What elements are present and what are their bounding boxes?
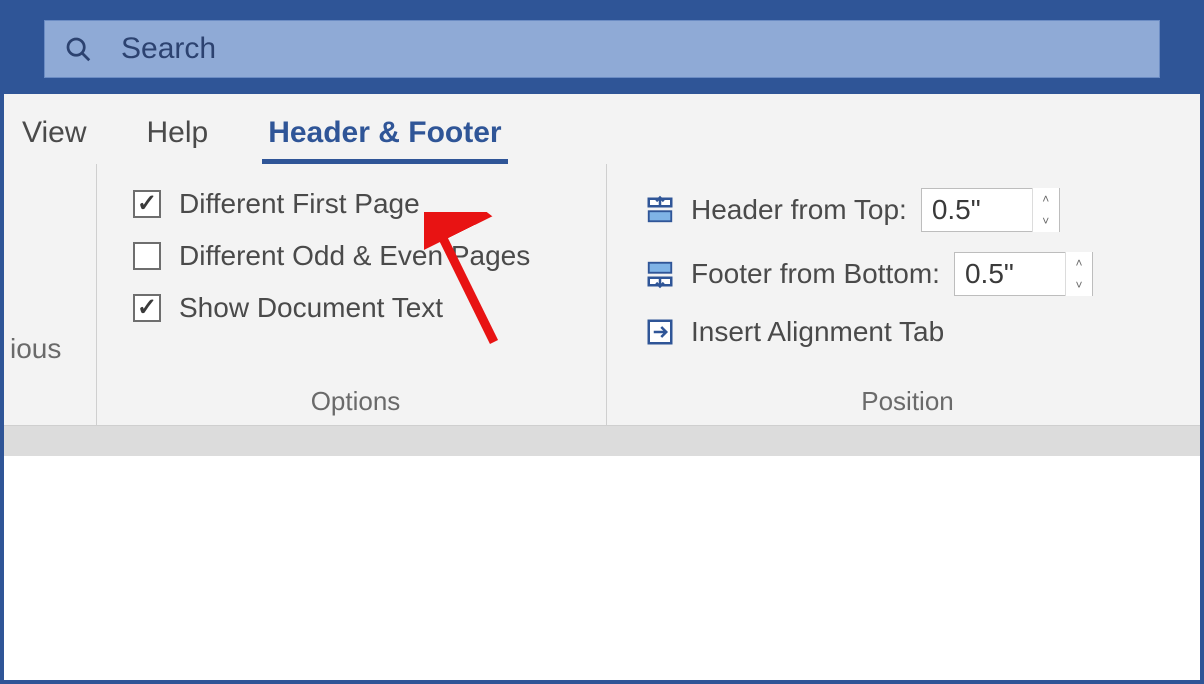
option-show-document-text[interactable]: Show Document Text — [133, 292, 578, 324]
group-label: Position — [643, 386, 1172, 417]
cutoff-prev-group-label: ious — [4, 164, 96, 425]
checkbox-icon — [133, 294, 161, 322]
group-label: Options — [133, 386, 578, 417]
ribbon: ious Different First Page Different Odd … — [4, 164, 1200, 426]
title-bar: Search — [4, 4, 1200, 94]
spin-down-button[interactable]: ˅ — [1066, 274, 1092, 296]
group-options: Different First Page Different Odd & Eve… — [96, 164, 606, 425]
spin-up-button[interactable]: ˄ — [1066, 252, 1092, 274]
field-label: Footer from Bottom: — [691, 258, 940, 290]
footer-bottom-icon — [643, 259, 677, 289]
tab-help[interactable]: Help — [140, 116, 214, 164]
tab-header-footer[interactable]: Header & Footer — [262, 116, 507, 164]
search-box[interactable]: Search — [44, 20, 1160, 78]
checkbox-icon — [133, 190, 161, 218]
checkbox-icon — [133, 242, 161, 270]
button-label: Insert Alignment Tab — [691, 316, 944, 348]
search-placeholder: Search — [121, 32, 216, 66]
spin-up-button[interactable]: ˄ — [1033, 188, 1059, 210]
field-label: Header from Top: — [691, 194, 907, 226]
option-different-odd-even[interactable]: Different Odd & Even Pages — [133, 240, 578, 272]
header-from-top-input[interactable]: 0.5" ˄ ˅ — [921, 188, 1060, 232]
field-value: 0.5" — [922, 194, 1032, 226]
ribbon-tabs: View Help Header & Footer — [4, 94, 1200, 164]
document-area-gap — [4, 426, 1200, 456]
header-from-top-row: Header from Top: 0.5" ˄ ˅ — [643, 188, 1172, 232]
group-position: Header from Top: 0.5" ˄ ˅ — [606, 164, 1200, 425]
field-value: 0.5" — [955, 258, 1065, 290]
spin-down-button[interactable]: ˅ — [1033, 210, 1059, 232]
option-label: Different Odd & Even Pages — [179, 240, 530, 272]
insert-alignment-tab-button[interactable]: Insert Alignment Tab — [643, 316, 1172, 348]
option-different-first-page[interactable]: Different First Page — [133, 188, 578, 220]
tab-view[interactable]: View — [16, 116, 92, 164]
footer-from-bottom-input[interactable]: 0.5" ˄ ˅ — [954, 252, 1093, 296]
alignment-tab-icon — [643, 317, 677, 347]
header-top-icon — [643, 195, 677, 225]
option-label: Different First Page — [179, 188, 420, 220]
option-label: Show Document Text — [179, 292, 443, 324]
search-icon — [63, 34, 93, 64]
footer-from-bottom-row: Footer from Bottom: 0.5" ˄ ˅ — [643, 252, 1172, 296]
